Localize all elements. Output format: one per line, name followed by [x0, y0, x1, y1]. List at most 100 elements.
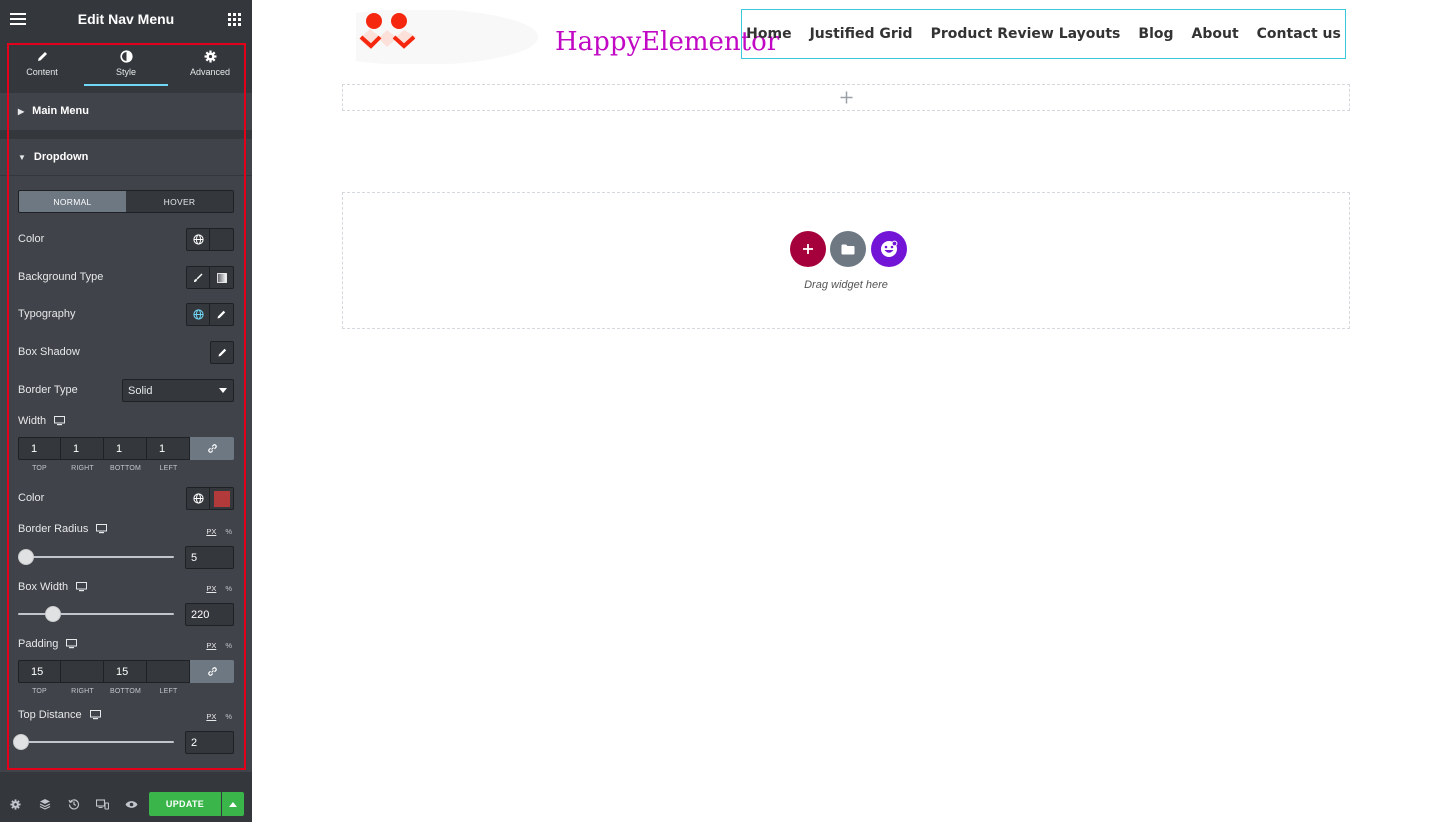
dim-label-bottom: BOTTOM	[109, 688, 141, 695]
slider-handle[interactable]	[18, 549, 34, 565]
border-radius-slider[interactable]	[18, 549, 174, 565]
nav-item-blog[interactable]: Blog	[1138, 26, 1173, 42]
box-width-label: Box Width	[18, 581, 88, 593]
update-button[interactable]: UPDATE	[149, 792, 221, 816]
top-distance-units: PX %	[206, 712, 232, 721]
hamburger-menu-icon[interactable]	[10, 11, 26, 27]
save-options-button[interactable]	[222, 792, 244, 816]
padding-top-input[interactable]: 15	[18, 660, 61, 683]
happy-addons-button[interactable]	[871, 231, 907, 267]
box-width-label-text: Box Width	[18, 581, 69, 593]
width-right-input[interactable]: 1	[61, 437, 104, 460]
responsive-icon	[96, 798, 109, 810]
unit-px[interactable]: PX	[206, 527, 216, 536]
box-width-slider[interactable]	[18, 606, 174, 622]
box-shadow-control	[210, 341, 234, 364]
responsive-mode-button[interactable]	[88, 786, 117, 822]
add-new-section-button[interactable]	[790, 231, 826, 267]
navigator-button[interactable]	[30, 786, 59, 822]
color-picker-button[interactable]	[210, 228, 234, 251]
tab-advanced-label: Advanced	[189, 67, 231, 77]
nav-item-justified-grid[interactable]: Justified Grid	[810, 26, 913, 42]
link-icon	[207, 444, 217, 453]
link-values-button[interactable]	[190, 660, 234, 683]
hover-tab[interactable]: HOVER	[126, 191, 233, 212]
unit-px[interactable]: PX	[206, 584, 216, 593]
slider-handle[interactable]	[45, 606, 61, 622]
section-dropdown[interactable]: ▼ Dropdown	[0, 139, 252, 175]
unit-percent[interactable]: %	[225, 584, 232, 593]
history-icon	[67, 799, 79, 810]
nav-item-about[interactable]: About	[1192, 26, 1239, 42]
unit-px[interactable]: PX	[206, 712, 216, 721]
edit-box-shadow-button[interactable]	[210, 341, 234, 364]
typography-label: Typography	[18, 308, 76, 320]
plus-icon	[803, 244, 813, 254]
border-color-label: Color	[18, 492, 45, 504]
unit-percent[interactable]: %	[225, 712, 232, 721]
state-toggle: NORMAL HOVER	[18, 190, 234, 213]
empty-section-dropzone[interactable]: Drag widget here	[342, 192, 1350, 329]
section-main-menu[interactable]: ▶ Main Menu	[0, 93, 252, 129]
dim-label-bottom: BOTTOM	[109, 465, 141, 472]
history-button[interactable]	[59, 786, 88, 822]
desktop-icon[interactable]	[66, 639, 78, 649]
unit-percent[interactable]: %	[225, 641, 232, 650]
nav-item-home[interactable]: Home	[746, 26, 791, 42]
gear-icon	[204, 50, 216, 63]
desktop-icon[interactable]	[89, 710, 101, 720]
padding-bottom-input[interactable]: 15	[104, 660, 147, 683]
width-label-text: Width	[18, 415, 47, 427]
border-color-picker-button[interactable]	[210, 487, 234, 510]
global-colors-button[interactable]	[186, 487, 210, 510]
width-top-input[interactable]: 1	[18, 437, 61, 460]
nav-menu-widget[interactable]: Home Justified Grid Product Review Layou…	[741, 9, 1346, 59]
add-element-placeholder[interactable]	[342, 84, 1350, 111]
desktop-icon[interactable]	[54, 416, 66, 426]
tab-advanced[interactable]: Advanced	[168, 38, 252, 89]
top-distance-slider[interactable]	[13, 734, 174, 750]
caret-up-icon	[229, 801, 237, 807]
padding-left-input[interactable]	[147, 660, 190, 683]
nav-item-product-review-layouts[interactable]: Product Review Layouts	[931, 26, 1121, 42]
desktop-icon[interactable]	[96, 524, 108, 534]
eye-icon	[125, 800, 138, 808]
padding-units: PX %	[206, 641, 232, 650]
global-typography-button[interactable]	[186, 303, 210, 326]
padding-right-input[interactable]	[61, 660, 104, 683]
tab-style[interactable]: Style	[84, 38, 168, 89]
background-type-control	[186, 266, 234, 289]
panel-title: Edit Nav Menu	[77, 11, 175, 27]
widgets-grid-icon[interactable]	[226, 11, 242, 27]
top-distance-input[interactable]: 2	[185, 731, 234, 754]
global-colors-button[interactable]	[186, 228, 210, 251]
border-type-select[interactable]: Solid	[122, 379, 234, 402]
section-main-menu-label: Main Menu	[32, 105, 89, 117]
box-width-input[interactable]: 220	[185, 603, 234, 626]
settings-button[interactable]	[0, 786, 30, 822]
site-logo[interactable]: HappyElementor	[356, 10, 779, 64]
preview-button[interactable]	[117, 786, 146, 822]
border-radius-units: PX %	[206, 527, 232, 536]
unit-percent[interactable]: %	[225, 527, 232, 536]
gradient-background-button[interactable]	[210, 266, 234, 289]
border-radius-input[interactable]: 5	[185, 546, 234, 569]
unit-px[interactable]: PX	[206, 641, 216, 650]
add-template-button[interactable]	[830, 231, 866, 267]
color-swatch	[213, 490, 230, 507]
normal-tab[interactable]: NORMAL	[19, 191, 126, 212]
dim-label-top: TOP	[32, 688, 47, 695]
classic-background-button[interactable]	[186, 266, 210, 289]
tab-content[interactable]: Content	[0, 38, 84, 89]
width-left-input[interactable]: 1	[147, 437, 190, 460]
padding-label: Padding	[18, 638, 78, 650]
nav-item-contact-us[interactable]: Contact us	[1257, 26, 1341, 42]
slider-handle[interactable]	[13, 734, 29, 750]
link-values-button[interactable]	[190, 437, 234, 460]
width-bottom-input[interactable]: 1	[104, 437, 147, 460]
edit-typography-button[interactable]	[210, 303, 234, 326]
globe-icon	[192, 493, 204, 504]
brush-icon	[194, 273, 203, 282]
desktop-icon[interactable]	[76, 582, 88, 592]
box-shadow-label: Box Shadow	[18, 346, 80, 358]
